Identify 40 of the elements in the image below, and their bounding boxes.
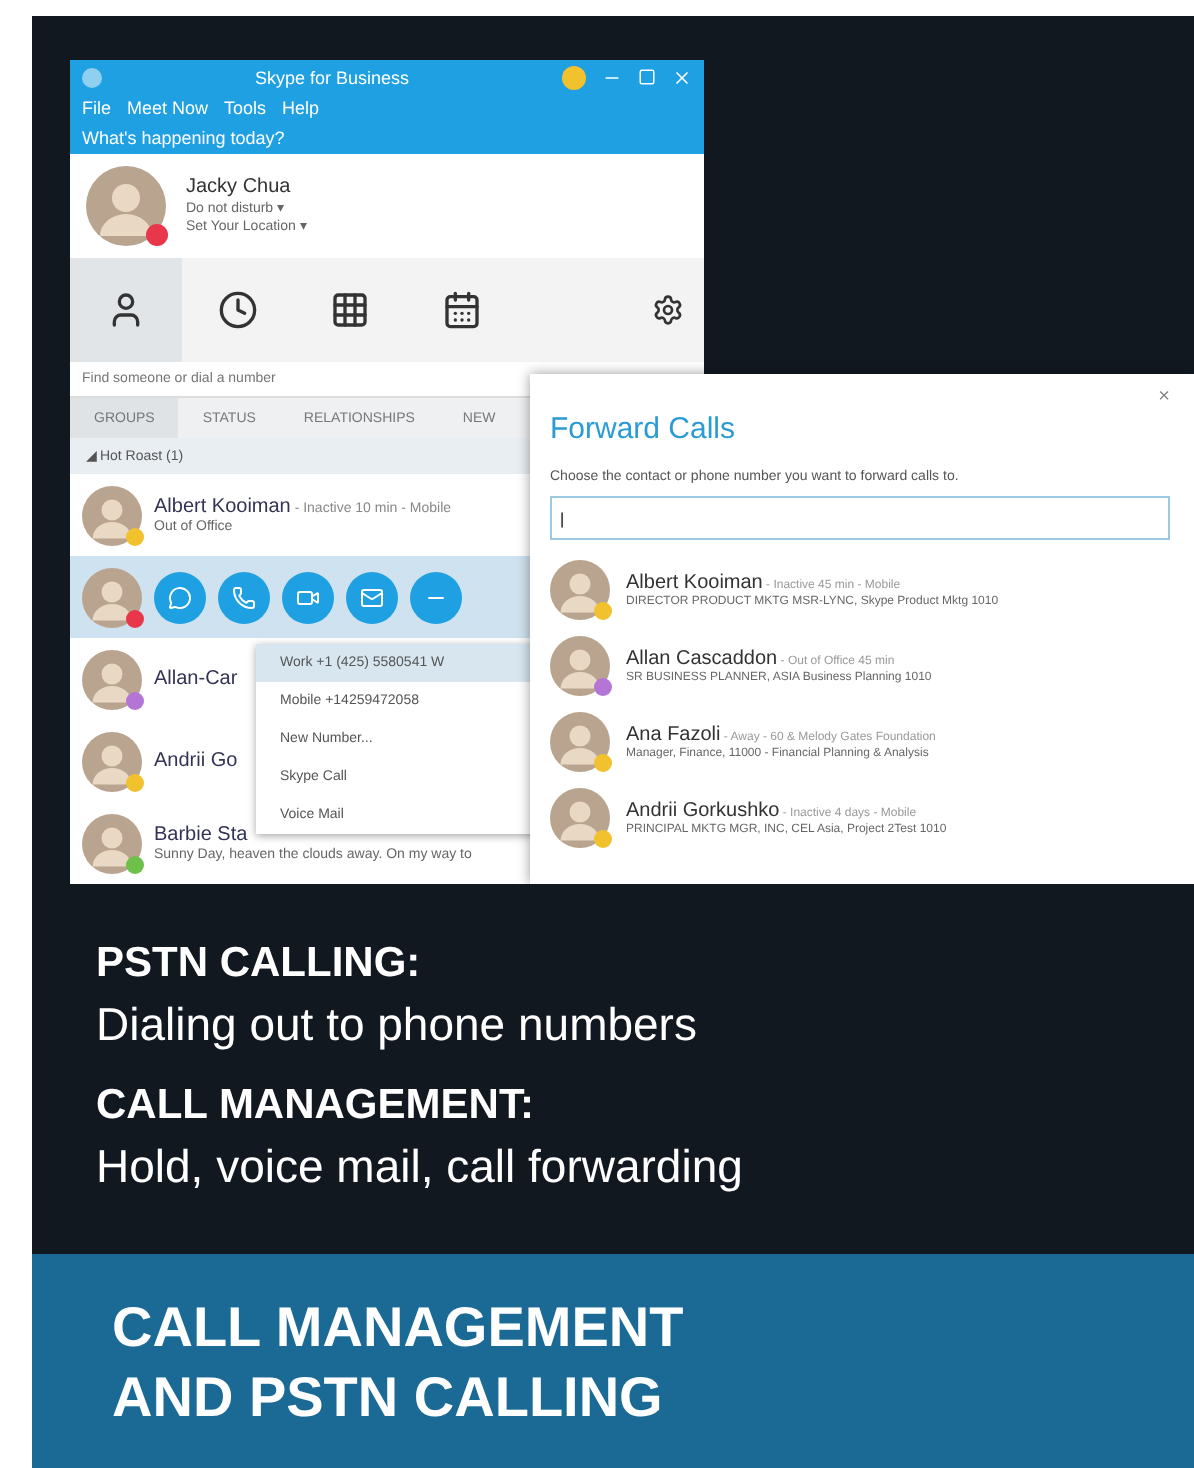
avatar-icon (550, 560, 610, 620)
banner-title: AND PSTN CALLING (112, 1363, 665, 1431)
contact-name: Andrii Go (154, 750, 238, 773)
avatar-icon (550, 712, 610, 772)
video-button[interactable] (282, 571, 334, 624)
avatar-icon (82, 649, 142, 710)
avatar-icon (550, 788, 610, 848)
feature-heading: CALL MANAGEMENT: (96, 1082, 536, 1130)
user-name: Jacky Chua (186, 176, 293, 199)
logo-icon (82, 67, 102, 88)
feature-text: Hold, voice mail, call forwarding (96, 1140, 745, 1194)
feature-text: Dialing out to phone numbers (96, 998, 699, 1052)
contact-name: Allan-Car (154, 668, 238, 691)
phone-button[interactable] (218, 571, 270, 624)
avatar-icon (550, 636, 610, 696)
more-button[interactable] (410, 571, 462, 624)
maximize-icon[interactable] (638, 68, 656, 87)
mail-icon (360, 585, 384, 610)
clock-icon (218, 289, 258, 330)
chat-button[interactable] (154, 571, 206, 624)
feature-heading: PSTN CALLING: (96, 940, 423, 988)
mail-button[interactable] (346, 571, 398, 624)
contact-name: Barbie Sta (154, 824, 250, 847)
avatar-icon (82, 485, 142, 546)
avatar-icon (82, 731, 142, 792)
dialpad-icon (330, 289, 370, 330)
avatar-icon (86, 165, 166, 246)
video-icon (296, 585, 320, 610)
avatar-icon (82, 567, 142, 628)
close-icon[interactable] (672, 67, 692, 88)
phone-icon (232, 585, 256, 610)
contacts-tab[interactable] (70, 257, 182, 362)
calendar-icon (442, 289, 482, 330)
banner-title: CALL MANAGEMENT (112, 1293, 686, 1361)
close-button[interactable]: × (1158, 374, 1170, 408)
chat-icon (168, 585, 192, 610)
avatar-icon (82, 813, 142, 874)
window-title: Skype for Business (252, 67, 412, 88)
forward-input[interactable]: | (550, 496, 1170, 540)
settings-icon[interactable] (652, 293, 684, 326)
